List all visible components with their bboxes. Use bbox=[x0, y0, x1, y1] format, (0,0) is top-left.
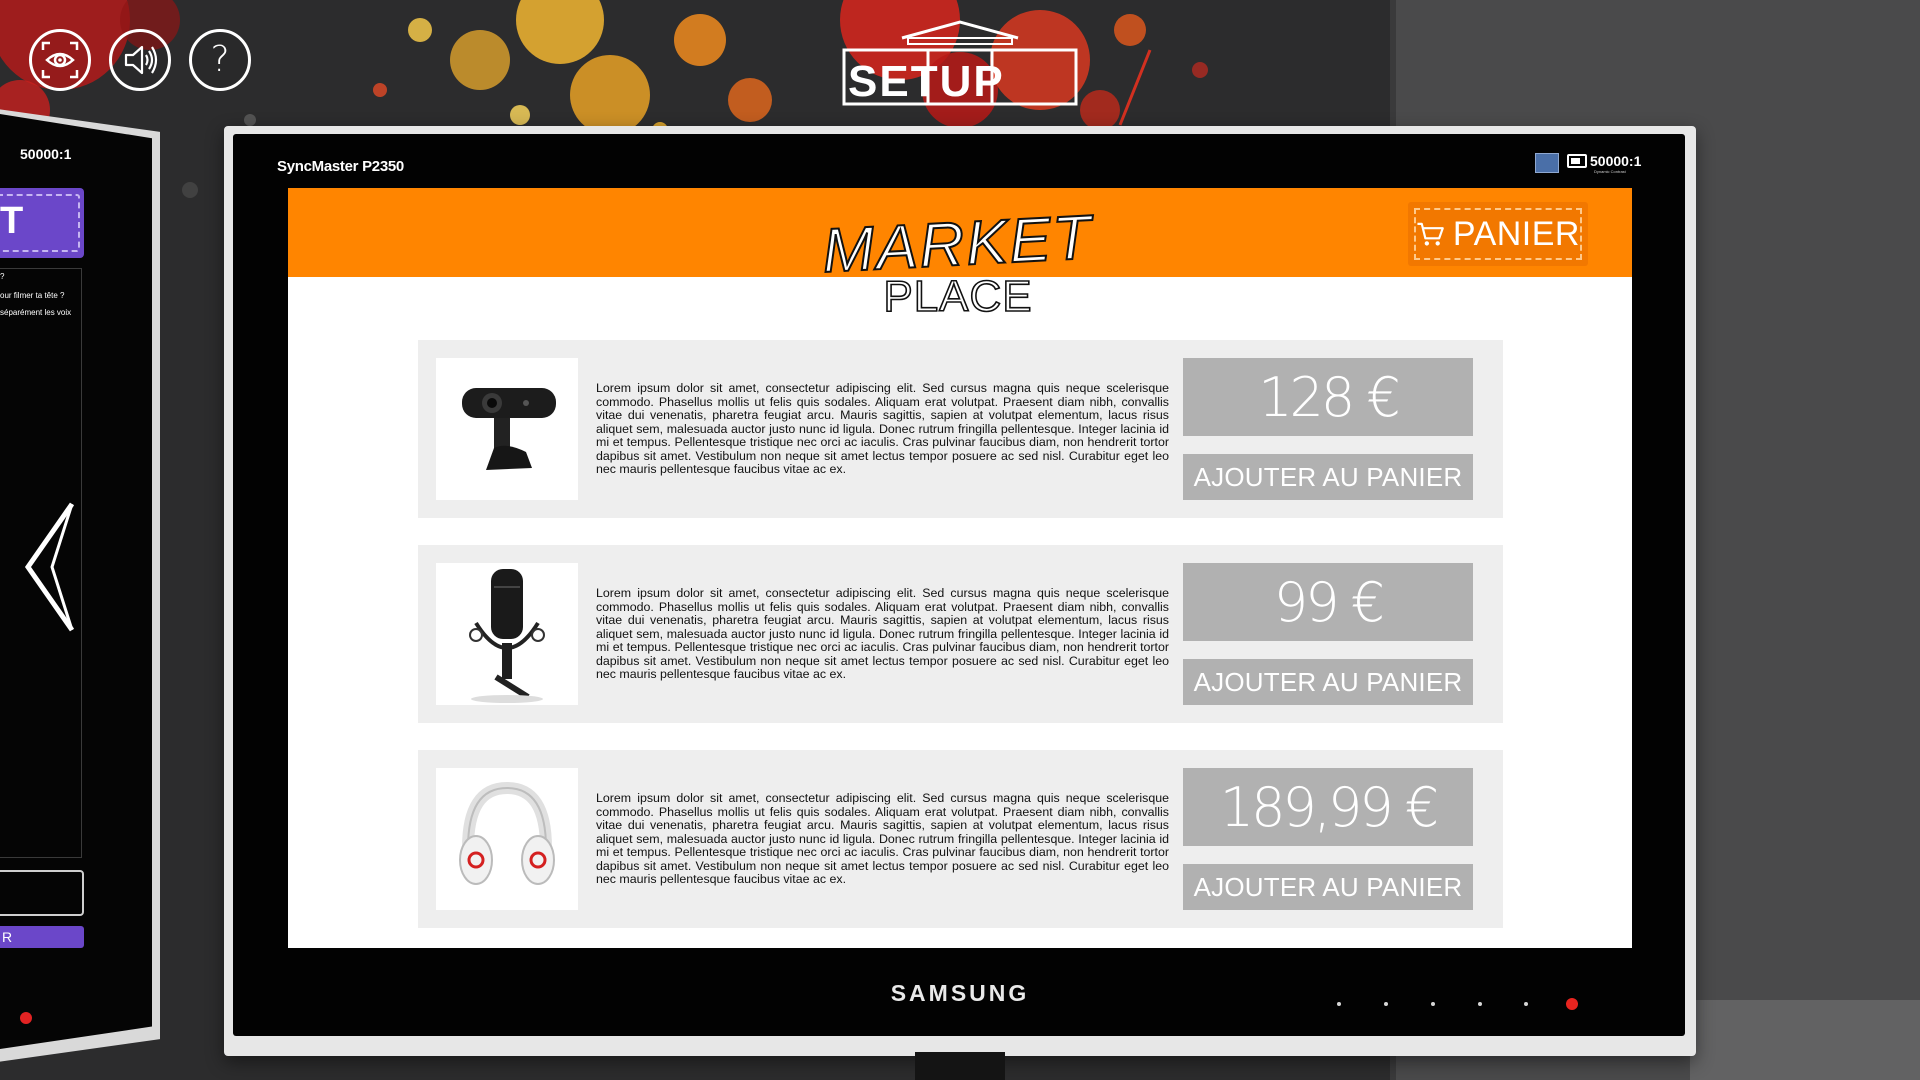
add-to-cart-button[interactable]: AJOUTER AU PANIER bbox=[1183, 454, 1473, 500]
contrast-icon bbox=[1567, 154, 1587, 168]
left-purple-letter: T bbox=[0, 200, 24, 242]
left-submit-button[interactable] bbox=[0, 926, 84, 948]
webcam-icon bbox=[462, 388, 556, 470]
energy-star-badge bbox=[1535, 153, 1559, 173]
view-toggle-button[interactable] bbox=[29, 29, 91, 91]
left-contrast-label: 50000:1 bbox=[20, 146, 72, 162]
product-card: Lorem ipsum dolor sit amet, consectetur … bbox=[418, 545, 1503, 723]
left-question-line: séparément les voix bbox=[0, 308, 72, 317]
cart-button[interactable]: PANIER bbox=[1408, 202, 1588, 266]
monitor-stand bbox=[915, 1052, 1005, 1080]
product-price: 189,99 € bbox=[1183, 768, 1473, 846]
contrast-subtitle: Dynamic Contrast bbox=[1594, 169, 1626, 174]
product-description: Lorem ipsum dolor sit amet, consectetur … bbox=[596, 381, 1169, 476]
left-submit-label: R bbox=[2, 929, 13, 945]
monitor-touch-key[interactable] bbox=[1478, 1002, 1482, 1006]
setup-logo: SETUP bbox=[842, 20, 1078, 106]
contrast-badge: 50000:1 Dynamic Contrast bbox=[1567, 153, 1642, 174]
product-price: 99 € bbox=[1183, 563, 1473, 641]
chevron-left-icon[interactable] bbox=[22, 500, 78, 634]
monitor-touch-key[interactable] bbox=[1524, 1002, 1528, 1006]
product-price: 128 € bbox=[1183, 358, 1473, 436]
power-led[interactable] bbox=[1566, 998, 1578, 1010]
setup-logo-text: SETUP bbox=[848, 57, 1005, 106]
marketplace-screen: MARKET PLACE PANIER Lorem ipsum dolor si bbox=[288, 188, 1632, 948]
contrast-value: 50000:1 bbox=[1590, 153, 1642, 169]
monitor-touch-key[interactable] bbox=[1384, 1002, 1388, 1006]
left-input-field[interactable] bbox=[0, 870, 84, 916]
product-image[interactable] bbox=[436, 358, 578, 500]
left-power-led bbox=[20, 1012, 32, 1024]
product-card: Lorem ipsum dolor sit amet, consectetur … bbox=[418, 750, 1503, 928]
monitor-touch-key[interactable] bbox=[1431, 1002, 1435, 1006]
microphone-icon bbox=[469, 569, 545, 703]
product-image[interactable] bbox=[436, 768, 578, 910]
eye-fullscreen-icon bbox=[41, 41, 79, 79]
monitor-touch-key[interactable] bbox=[1337, 1002, 1341, 1006]
left-question-line: ? bbox=[0, 272, 5, 281]
marketplace-logo-line2: PLACE bbox=[883, 272, 1032, 318]
product-description: Lorem ipsum dolor sit amet, consectetur … bbox=[596, 586, 1169, 681]
monitor-model-label: SyncMaster P2350 bbox=[277, 158, 404, 175]
monitor-brand-label: SAMSUNG bbox=[890, 980, 1030, 1006]
marketplace-logo: MARKET PLACE bbox=[820, 202, 1098, 318]
product-description: Lorem ipsum dolor sit amet, consectetur … bbox=[596, 791, 1169, 886]
add-to-cart-button[interactable]: AJOUTER AU PANIER bbox=[1183, 864, 1473, 910]
sound-toggle-button[interactable] bbox=[109, 29, 171, 91]
shopping-cart-icon bbox=[1417, 222, 1444, 246]
product-card: Lorem ipsum dolor sit amet, consectetur … bbox=[418, 340, 1503, 518]
help-button[interactable]: ? bbox=[189, 29, 251, 91]
help-label: ? bbox=[210, 39, 230, 80]
cart-label: PANIER bbox=[1452, 214, 1580, 253]
speaker-icon bbox=[124, 45, 158, 75]
add-to-cart-button[interactable]: AJOUTER AU PANIER bbox=[1183, 659, 1473, 705]
headphones-icon bbox=[459, 781, 555, 885]
left-question-line: our filmer ta tête ? bbox=[0, 291, 65, 300]
product-image[interactable] bbox=[436, 563, 578, 705]
